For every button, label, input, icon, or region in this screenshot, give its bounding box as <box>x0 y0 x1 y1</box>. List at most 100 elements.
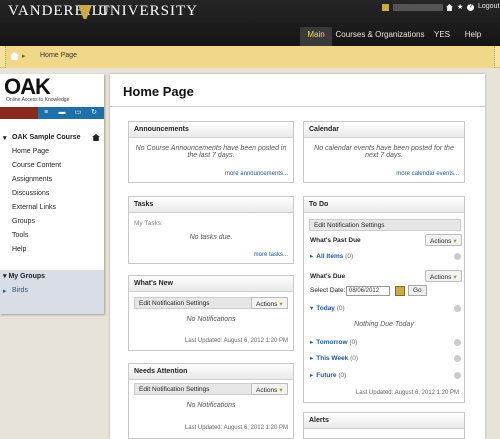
tab-courses-organizations[interactable]: Courses & Organizations <box>334 27 426 46</box>
announcements-module: Announcements No Course Announcements ha… <box>128 121 294 183</box>
sidebar-item-tools[interactable]: Tools <box>12 232 28 239</box>
window-icon[interactable]: ▭ <box>72 109 84 117</box>
tomorrow-link[interactable]: Tomorrow <box>316 339 347 346</box>
last-updated: Last Updated: August 6, 2012 1:20 PM <box>355 390 459 396</box>
content-area: Home Page Announcements No Course Announ… <box>110 74 485 439</box>
item-count: (0) <box>349 339 358 346</box>
whats-due-actions-button[interactable]: Actions ▾ <box>425 270 462 282</box>
chevron-down-icon: ▾ <box>453 274 457 281</box>
alerts-module: Alerts <box>303 412 465 439</box>
folder-view-icon[interactable]: ▬ <box>56 109 68 117</box>
more-announcements-link[interactable]: more announcements... <box>225 171 288 177</box>
todo-tomorrow[interactable]: ▸ Tomorrow (0) <box>310 338 460 346</box>
user-name[interactable]: Andy Atkins <box>393 4 443 11</box>
todo-this-week[interactable]: ▸ This Week (0) <box>310 354 460 362</box>
todo-all-items[interactable]: ▸ All Items (0) <box>310 252 460 260</box>
chevron-down-icon: ▾ <box>279 387 283 394</box>
star-icon[interactable]: ★ <box>457 3 463 11</box>
list-view-icon[interactable]: ≡ <box>40 109 52 117</box>
course-brand-subtitle: Online Access to Knowledge <box>6 97 70 103</box>
collapse-arrow-icon[interactable]: ▾ <box>3 134 7 142</box>
module-title[interactable]: Tasks <box>129 197 293 213</box>
empty-message: No tasks due. <box>189 234 233 241</box>
actions-label: Actions <box>256 301 278 308</box>
tab-yes[interactable]: YES <box>428 27 456 46</box>
todo-module: To Do Edit Notification Settings What's … <box>303 196 465 403</box>
course-home-icon[interactable] <box>92 134 100 141</box>
more-tasks-link[interactable]: more tasks... <box>254 252 288 258</box>
sidebar-item-assignments[interactable]: Assignments <box>12 176 52 183</box>
info-circle-icon[interactable] <box>454 253 461 260</box>
logout-link[interactable]: Logout <box>478 3 499 11</box>
nothing-due-message: Nothing Due Today <box>354 321 414 328</box>
sidebar-item-home-page[interactable]: Home Page <box>12 148 49 155</box>
future-link[interactable]: Future <box>316 372 336 379</box>
module-title[interactable]: Calendar <box>304 122 464 138</box>
logo-text-right: UNIVERSITY <box>98 3 198 19</box>
expand-arrow-icon[interactable]: ▸ <box>3 287 7 295</box>
select-date-label: Select Date: <box>310 287 346 294</box>
actions-label: Actions <box>256 387 278 394</box>
sidebar-item-groups[interactable]: Groups <box>12 218 35 225</box>
refresh-icon[interactable]: ↻ <box>88 109 100 117</box>
last-updated: Last Updated: August 6, 2012 1:20 PM <box>184 425 288 431</box>
module-title[interactable]: What's New <box>129 276 293 292</box>
breadcrumb-separator-icon: ▸ <box>22 53 26 60</box>
item-count: (0) <box>336 305 345 312</box>
actions-button[interactable]: Actions ▾ <box>251 297 288 309</box>
todo-today[interactable]: ▾ Today (0) <box>310 304 460 312</box>
more-calendar-events-link[interactable]: more calendar events... <box>396 171 459 177</box>
empty-message: No Notifications <box>186 316 236 323</box>
sidebar-item-discussions[interactable]: Discussions <box>12 190 49 197</box>
course-header[interactable]: ▾ OAK Sample Course <box>0 132 104 144</box>
edit-notification-settings-button[interactable]: Edit Notification Settings <box>309 219 461 231</box>
menu-toolbar-accent <box>0 107 38 119</box>
top-header: VANDERBILT UNIVERSITY Andy Atkins ★ ? Lo… <box>0 0 500 46</box>
tasks-module: Tasks My Tasks: No tasks due. more tasks… <box>128 196 294 264</box>
needs-attention-module: Needs Attention Edit Notification Settin… <box>128 363 294 439</box>
go-button[interactable]: Go <box>408 285 427 296</box>
course-title: OAK Sample Course <box>12 134 81 141</box>
module-title[interactable]: Needs Attention <box>129 364 293 380</box>
info-circle-icon[interactable] <box>454 305 461 312</box>
date-input[interactable]: 08/06/2012 <box>346 286 390 296</box>
all-items-link[interactable]: All Items <box>316 253 343 260</box>
help-icon[interactable]: ? <box>467 4 474 11</box>
group-item-birds[interactable]: ▸ Birds <box>3 287 28 295</box>
item-count: (0) <box>350 355 359 362</box>
item-count: (0) <box>338 372 347 379</box>
logo-text-left: VANDERBILT <box>8 3 111 19</box>
sidebar-item-external-links[interactable]: External Links <box>12 204 56 211</box>
empty-message: No Notifications <box>186 402 236 409</box>
this-week-link[interactable]: This Week <box>316 355 348 362</box>
breadcrumb-box <box>5 46 495 68</box>
user-icon <box>382 4 389 11</box>
calendar-icon[interactable] <box>395 286 405 296</box>
actions-button[interactable]: Actions ▾ <box>251 383 288 395</box>
tab-help[interactable]: Help <box>458 27 488 46</box>
info-circle-icon[interactable] <box>454 355 461 362</box>
page-title: Home Page <box>123 84 194 99</box>
whats-due-heading: What's Due <box>310 273 346 280</box>
item-count: (0) <box>345 253 354 260</box>
menu-toolbar: ≡ ▬ ▭ ↻ <box>0 107 104 119</box>
home-icon[interactable] <box>446 4 453 11</box>
sidebar-item-course-content[interactable]: Course Content <box>12 162 61 169</box>
collapse-arrow-icon: ▾ <box>310 305 314 312</box>
breadcrumb-current: Home Page <box>40 52 77 59</box>
my-groups-header[interactable]: ▾ My Groups <box>3 272 45 280</box>
info-circle-icon[interactable] <box>454 372 461 379</box>
info-circle-icon[interactable] <box>454 339 461 346</box>
todo-future[interactable]: ▸ Future (0) <box>310 371 460 379</box>
today-link[interactable]: Today <box>316 305 335 312</box>
actions-label: Actions <box>430 274 452 281</box>
module-title[interactable]: Announcements <box>129 122 293 138</box>
expand-arrow-icon: ▸ <box>310 372 314 379</box>
module-title[interactable]: Alerts <box>304 413 464 429</box>
module-title[interactable]: To Do <box>304 197 464 213</box>
chevron-down-icon: ▾ <box>279 301 283 308</box>
sidebar-item-help[interactable]: Help <box>12 246 26 253</box>
tab-main[interactable]: Main <box>300 27 332 46</box>
past-due-actions-button[interactable]: Actions ▾ <box>425 234 462 246</box>
last-updated: Last Updated: August 6, 2012 1:20 PM <box>184 338 288 344</box>
